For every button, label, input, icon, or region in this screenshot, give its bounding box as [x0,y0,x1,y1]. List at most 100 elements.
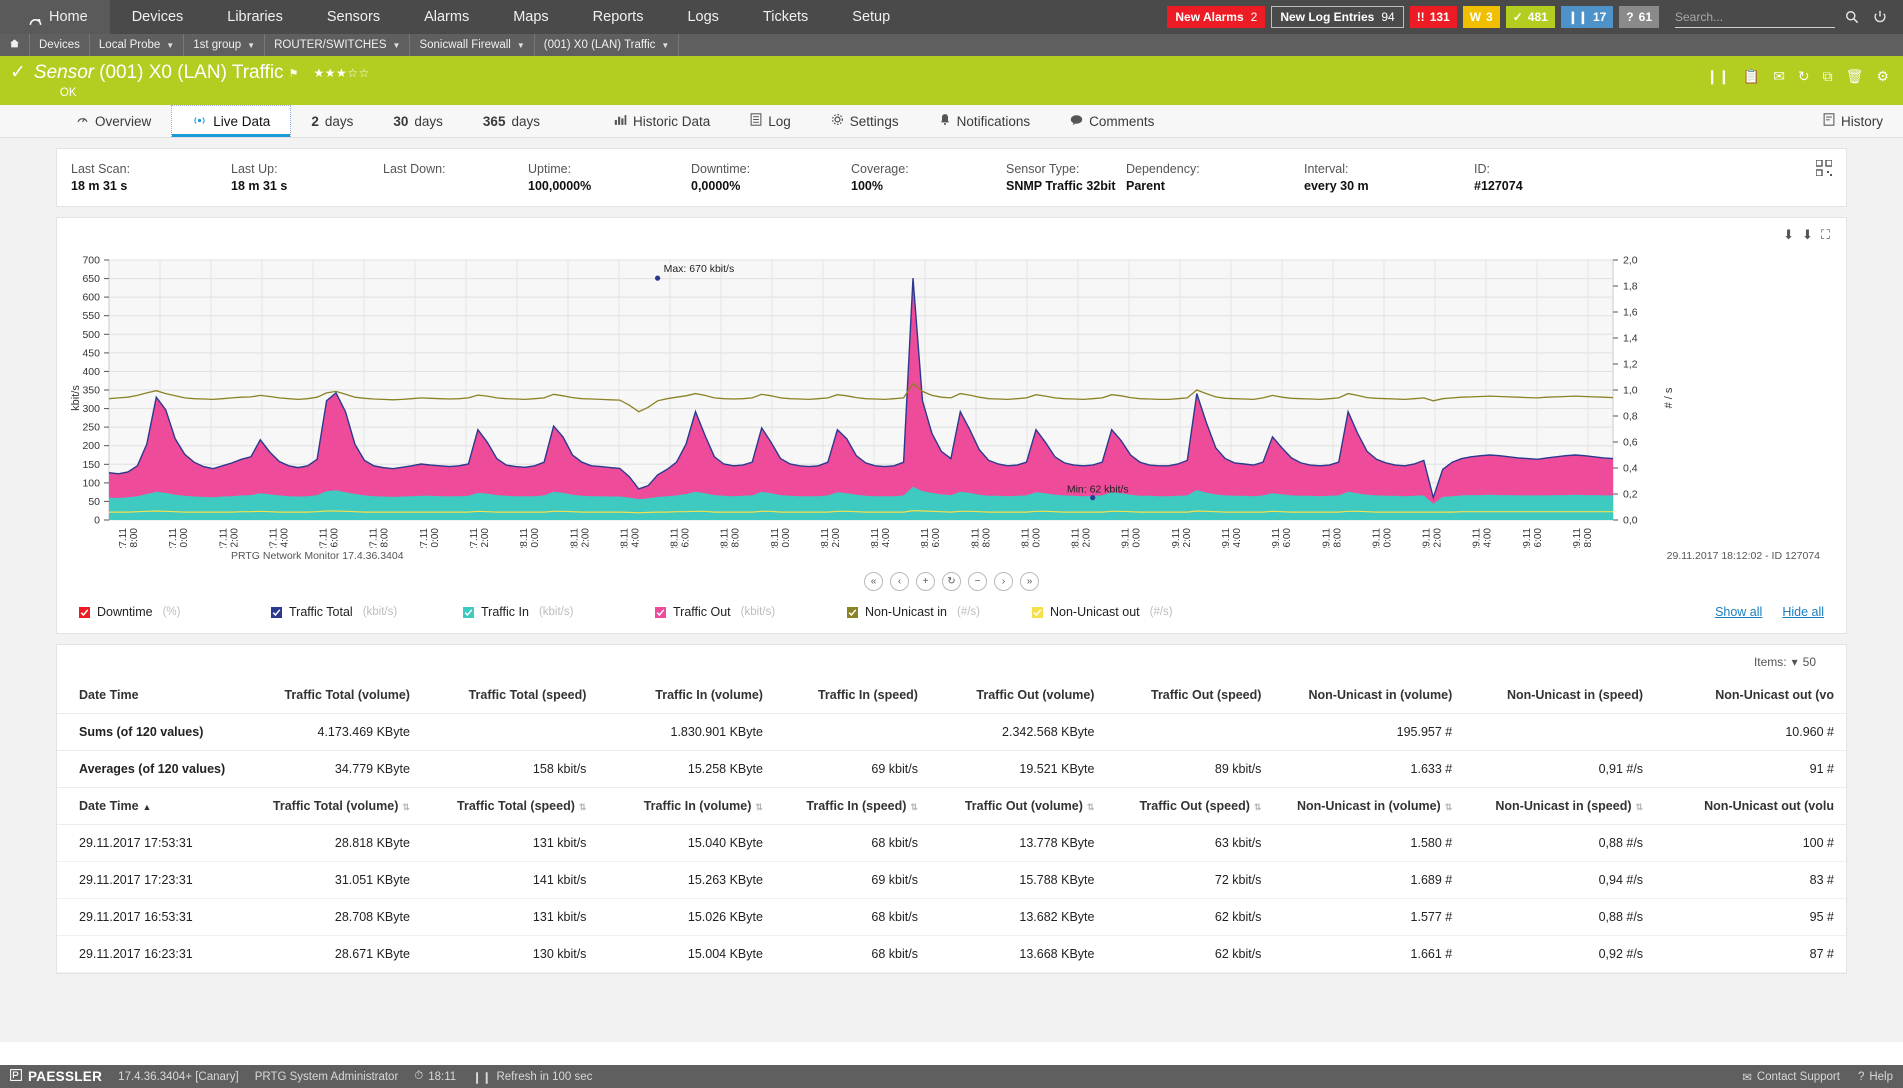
breadcrumb-item-devices[interactable]: Devices [30,34,90,56]
search-icon[interactable] [1841,6,1863,28]
checkbox-checked-icon[interactable] [847,607,858,618]
nav-last-button[interactable]: » [1020,572,1039,591]
column-header-date-time[interactable]: Date Time▲ [57,788,245,825]
mail-icon[interactable]: ✉ [1773,68,1785,85]
table-row[interactable]: 29.11.2017 16:53:31 28.708 KByte 131 kbi… [57,899,1846,936]
tab-settings[interactable]: Settings [811,105,919,137]
breadcrumb-item-sensor[interactable]: (001) X0 (LAN) Traffic ▼ [535,34,680,56]
copy-icon[interactable]: ⧉ [1823,68,1833,85]
download-image-icon[interactable]: ⬇ [1802,227,1813,243]
checkbox-checked-icon[interactable] [655,607,666,618]
items-value[interactable]: 50 [1803,655,1816,669]
column-header-traffic-in-speed[interactable]: Traffic In (speed)⇅ [775,788,930,825]
tab-comments[interactable]: Comments [1050,105,1174,137]
search-input[interactable] [1675,6,1835,28]
legend-item-non-unicast-out[interactable]: Non-Unicast out (#/s) [1032,605,1173,619]
checkbox-checked-icon[interactable] [463,607,474,618]
report-icon[interactable]: 📋 [1743,68,1760,85]
legend-item-non-unicast-in[interactable]: Non-Unicast in (#/s) [847,605,1032,619]
zoom-out-button[interactable]: − [968,572,987,591]
show-all-link[interactable]: Show all [1715,605,1762,619]
hide-all-link[interactable]: Hide all [1782,605,1824,619]
nav-item-maps[interactable]: Maps [491,0,570,34]
tab-notifications[interactable]: Notifications [919,105,1051,137]
nav-item-libraries[interactable]: Libraries [205,0,305,34]
breadcrumb-home[interactable] [0,34,30,56]
legend-item-traffic-in[interactable]: Traffic In (kbit/s) [463,605,655,619]
tab-historic-data[interactable]: Historic Data [594,105,730,137]
nav-first-button[interactable]: « [864,572,883,591]
contact-support-link[interactable]: ✉ Contact Support [1742,1070,1840,1084]
footer-refresh-wrap[interactable]: ❙❙ Refresh in 100 sec [472,1070,592,1084]
nav-item-setup[interactable]: Setup [830,0,912,34]
tab-history[interactable]: History [1803,105,1903,137]
breadcrumb-item-1st-group[interactable]: 1st group ▼ [184,34,265,56]
help-link[interactable]: ? Help [1858,1071,1893,1083]
nav-item-alarms[interactable]: Alarms [402,0,491,34]
svg-text:100: 100 [82,477,100,489]
delete-icon[interactable]: 🗑 [1846,68,1864,85]
column-header-traffic-in-volume[interactable]: Traffic In (volume)⇅ [598,788,775,825]
popout-icon[interactable]: ⛶ [1821,227,1830,243]
refresh-button[interactable]: ↻ [942,572,961,591]
tab-30-days[interactable]: 30 days [373,105,463,137]
graph-svg[interactable]: 050 100150 200250 300350 400450 500550 6… [57,248,1847,548]
checkbox-checked-icon[interactable] [79,607,90,618]
column-header-traffic-out-volume[interactable]: Traffic Out (volume)⇅ [930,788,1107,825]
svg-text:50: 50 [88,496,100,508]
tab-2-days[interactable]: 2 days [291,105,373,137]
qr-code-icon[interactable] [1816,160,1832,176]
zoom-in-button[interactable]: + [916,572,935,591]
status-up-badge[interactable]: ✓ 481 [1506,6,1555,28]
summary-cell: 15.258 KByte [598,751,775,788]
tab-365-days[interactable]: 365 days [463,105,560,137]
nav-next-button[interactable]: › [994,572,1013,591]
nav-item-home[interactable]: Home [0,0,110,34]
live-data-graph[interactable]: 050 100150 200250 300350 400450 500550 6… [57,248,1846,548]
svg-text:18:00: 18:00 [1583,528,1594,548]
status-down-badge[interactable]: !! 131 [1410,6,1457,28]
download-pdf-icon[interactable]: ⬇ [1783,227,1794,243]
table-row[interactable]: 29.11.2017 17:23:31 31.051 KByte 141 kbi… [57,862,1846,899]
cell-traffic-in-volume: 15.040 KByte [598,825,775,862]
status-unknown-badge[interactable]: ? 61 [1619,6,1659,28]
legend-item-traffic-total[interactable]: Traffic Total (kbit/s) [271,605,463,619]
items-per-page-control[interactable]: Items: ▾ 50 [57,655,1846,677]
pause-icon[interactable]: ❙❙ [472,1070,491,1084]
nav-item-tickets[interactable]: Tickets [741,0,830,34]
table-row[interactable]: 29.11.2017 16:23:31 28.671 KByte 130 kbi… [57,936,1846,973]
breadcrumb-item-router-switches[interactable]: ROUTER/SWITCHES ▼ [265,34,410,56]
breadcrumb-item-local-probe[interactable]: Local Probe ▼ [90,34,184,56]
settings-icon[interactable]: ⚙ [1876,68,1889,85]
tab-log[interactable]: Log [730,105,811,137]
checkbox-checked-icon[interactable] [271,607,282,618]
column-header-non-unicast-in-volume[interactable]: Non-Unicast in (volume)⇅ [1273,788,1464,825]
new-log-entries-button[interactable]: New Log Entries 94 [1271,6,1403,28]
refresh-icon[interactable]: ↻ [1798,68,1810,85]
nav-item-devices[interactable]: Devices [110,0,206,34]
breadcrumb-item-sonicwall-firewall[interactable]: Sonicwall Firewall ▼ [410,34,534,56]
checkbox-checked-icon[interactable] [1032,607,1043,618]
status-paused-badge[interactable]: ❙❙ 17 [1561,6,1613,28]
legend-item-downtime[interactable]: Downtime (%) [79,605,271,619]
column-header-traffic-total-volume[interactable]: Traffic Total (volume)⇅ [245,788,422,825]
nav-prev-button[interactable]: ‹ [890,572,909,591]
legend-item-traffic-out[interactable]: Traffic Out (kbit/s) [655,605,847,619]
flag-icon[interactable]: ⚑ [289,67,299,80]
column-header-non-unicast-out-volume[interactable]: Non-Unicast out (volu [1655,788,1846,825]
column-header-non-unicast-in-speed[interactable]: Non-Unicast in (speed)⇅ [1464,788,1655,825]
tab-live-data[interactable]: Live Data [171,105,291,137]
status-warning-badge[interactable]: W 3 [1463,6,1500,28]
priority-stars[interactable]: ★★★☆☆ [313,66,369,80]
tab-overview[interactable]: Overview [56,105,171,137]
column-header-traffic-total-speed[interactable]: Traffic Total (speed)⇅ [422,788,599,825]
nav-item-logs[interactable]: Logs [665,0,740,34]
new-alarms-button[interactable]: New Alarms 2 [1167,6,1265,28]
pause-icon[interactable]: ❙❙ [1706,68,1729,85]
nav-item-sensors[interactable]: Sensors [305,0,402,34]
nav-item-reports[interactable]: Reports [571,0,666,34]
logout-icon[interactable] [1869,6,1891,28]
chevron-down-icon[interactable]: ▾ [1792,655,1798,669]
column-header-traffic-out-speed[interactable]: Traffic Out (speed)⇅ [1106,788,1273,825]
table-row[interactable]: 29.11.2017 17:53:31 28.818 KByte 131 kbi… [57,825,1846,862]
